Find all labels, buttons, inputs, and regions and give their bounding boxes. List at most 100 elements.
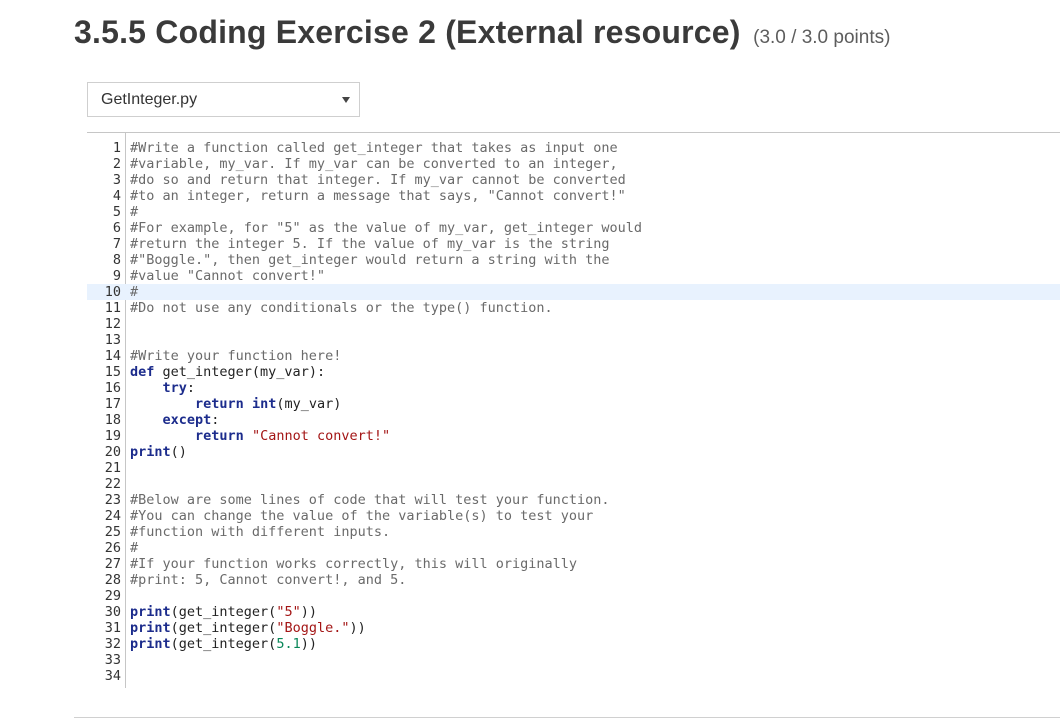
- code-token-kw: print: [130, 444, 171, 460]
- line-number: 16: [104, 380, 121, 396]
- code-line[interactable]: 9 #value "Cannot convert!": [87, 268, 1060, 284]
- code-line[interactable]: 22: [87, 476, 1060, 492]
- code-token-num: 5.1: [276, 636, 301, 652]
- code-line[interactable]: 20 print(): [87, 444, 1060, 460]
- code-token-kw: print: [130, 604, 171, 620]
- code-token-plain: )): [300, 604, 317, 620]
- line-number: 33: [104, 652, 121, 668]
- code-line[interactable]: 27 #If your function works correctly, thi…: [87, 556, 1060, 572]
- code-token-kw: return: [195, 396, 244, 412]
- code-text: except:: [130, 412, 220, 428]
- line-number: 28: [104, 572, 121, 588]
- code-text: #Write a function called get_integer tha…: [130, 140, 618, 156]
- code-line[interactable]: 25 #function with different inputs.: [87, 524, 1060, 540]
- code-token-kw: except: [162, 412, 212, 428]
- code-line[interactable]: 6 #For example, for "5" as the value of m…: [87, 220, 1060, 236]
- code-line[interactable]: 16 try:: [87, 380, 1060, 396]
- code-text: print(get_integer(5.1)): [130, 636, 317, 652]
- code-token-plain: get_integer(my_var):: [154, 364, 326, 380]
- code-text: #function with different inputs.: [130, 524, 390, 540]
- code-text: #print: 5, Cannot convert!, and 5.: [130, 572, 406, 588]
- line-number: 27: [104, 556, 121, 572]
- line-number: 14: [104, 348, 121, 364]
- code-token-comment: #function with different inputs.: [130, 524, 391, 540]
- code-text: #If your function works correctly, this …: [130, 556, 577, 572]
- code-text: #"Boggle.", then get_integer would retur…: [130, 252, 610, 268]
- line-number: 2: [112, 156, 121, 172]
- line-number: 18: [104, 412, 121, 428]
- line-number: 21: [104, 460, 121, 476]
- code-line[interactable]: 11 #Do not use any conditionals or the ty…: [87, 300, 1060, 316]
- code-line[interactable]: 14 #Write your function here!: [87, 348, 1060, 364]
- code-token-plain: (get_integer(: [170, 636, 277, 652]
- code-line[interactable]: 19 return "Cannot convert!": [87, 428, 1060, 444]
- points-score: (3.0 / 3.0 points): [753, 27, 891, 48]
- code-line[interactable]: 5 #: [87, 204, 1060, 220]
- code-line[interactable]: 29: [87, 588, 1060, 604]
- code-line[interactable]: 10 #: [87, 284, 1060, 300]
- code-token-comment: #If your function works correctly, this …: [130, 556, 578, 572]
- code-editor[interactable]: 1 #Write a function called get_integer th…: [87, 132, 1060, 688]
- code-text: print(): [130, 444, 187, 460]
- code-text: #value "Cannot convert!": [130, 268, 325, 284]
- code-line[interactable]: 28 #print: 5, Cannot convert!, and 5.: [87, 572, 1060, 588]
- code-line[interactable]: 2 #variable, my_var. If my_var can be con…: [87, 156, 1060, 172]
- code-token-plain: (my_var): [276, 396, 342, 412]
- code-text: #: [130, 284, 138, 300]
- code-line[interactable]: 13: [87, 332, 1060, 348]
- line-number: 22: [104, 476, 121, 492]
- code-line[interactable]: 17 return int(my_var): [87, 396, 1060, 412]
- code-line[interactable]: 1 #Write a function called get_integer th…: [87, 140, 1060, 156]
- code-token-comment: #: [130, 284, 139, 300]
- code-token-comment: #: [130, 204, 139, 220]
- code-token-comment: #to an integer, return a message that sa…: [130, 188, 626, 204]
- code-text: #Below are some lines of code that will …: [130, 492, 610, 508]
- line-number: 34: [104, 668, 121, 684]
- code-token-kw: print: [130, 636, 171, 652]
- code-text: #do so and return that integer. If my_va…: [130, 172, 626, 188]
- code-text: #return the integer 5. If the value of m…: [130, 236, 610, 252]
- code-token-comment: #Below are some lines of code that will …: [130, 492, 610, 508]
- code-line[interactable]: 4 #to an integer, return a message that s…: [87, 188, 1060, 204]
- bottom-divider: [74, 717, 1060, 718]
- code-line[interactable]: 34: [87, 668, 1060, 684]
- code-line[interactable]: 26 #: [87, 540, 1060, 556]
- code-token-kw: return: [195, 428, 244, 444]
- code-line[interactable]: 12: [87, 316, 1060, 332]
- code-text: #to an integer, return a message that sa…: [130, 188, 626, 204]
- code-token-plain: (get_integer(: [170, 604, 277, 620]
- code-token-comment: #variable, my_var. If my_var can be conv…: [130, 156, 618, 172]
- code-text: return int(my_var): [130, 396, 341, 412]
- code-token-comment: #: [130, 540, 139, 556]
- line-number: 31: [104, 620, 121, 636]
- code-line[interactable]: 21: [87, 460, 1060, 476]
- line-number: 8: [112, 252, 121, 268]
- code-line[interactable]: 18 except:: [87, 412, 1060, 428]
- code-line[interactable]: 15 def get_integer(my_var):: [87, 364, 1060, 380]
- code-line[interactable]: 7 #return the integer 5. If the value of …: [87, 236, 1060, 252]
- line-number: 10: [104, 284, 121, 300]
- code-line[interactable]: 8 #"Boggle.", then get_integer would retu…: [87, 252, 1060, 268]
- code-line[interactable]: 24 #You can change the value of the varia…: [87, 508, 1060, 524]
- code-token-comment: #Write a function called get_integer tha…: [130, 140, 618, 156]
- file-select-dropdown[interactable]: GetInteger.py: [87, 82, 360, 117]
- code-line[interactable]: 32 print(get_integer(5.1)): [87, 636, 1060, 652]
- line-number: 32: [104, 636, 121, 652]
- code-text: def get_integer(my_var):: [130, 364, 325, 380]
- line-number: 1: [112, 140, 121, 156]
- code-line[interactable]: 31 print(get_integer("Boggle.")): [87, 620, 1060, 636]
- code-line[interactable]: 23 #Below are some lines of code that wil…: [87, 492, 1060, 508]
- line-number: 4: [112, 188, 121, 204]
- code-line[interactable]: 3 #do so and return that integer. If my_v…: [87, 172, 1060, 188]
- code-text: #: [130, 204, 138, 220]
- code-line[interactable]: 33: [87, 652, 1060, 668]
- code-line[interactable]: 30 print(get_integer("5")): [87, 604, 1060, 620]
- code-token-kw: print: [130, 620, 171, 636]
- line-number: 9: [112, 268, 121, 284]
